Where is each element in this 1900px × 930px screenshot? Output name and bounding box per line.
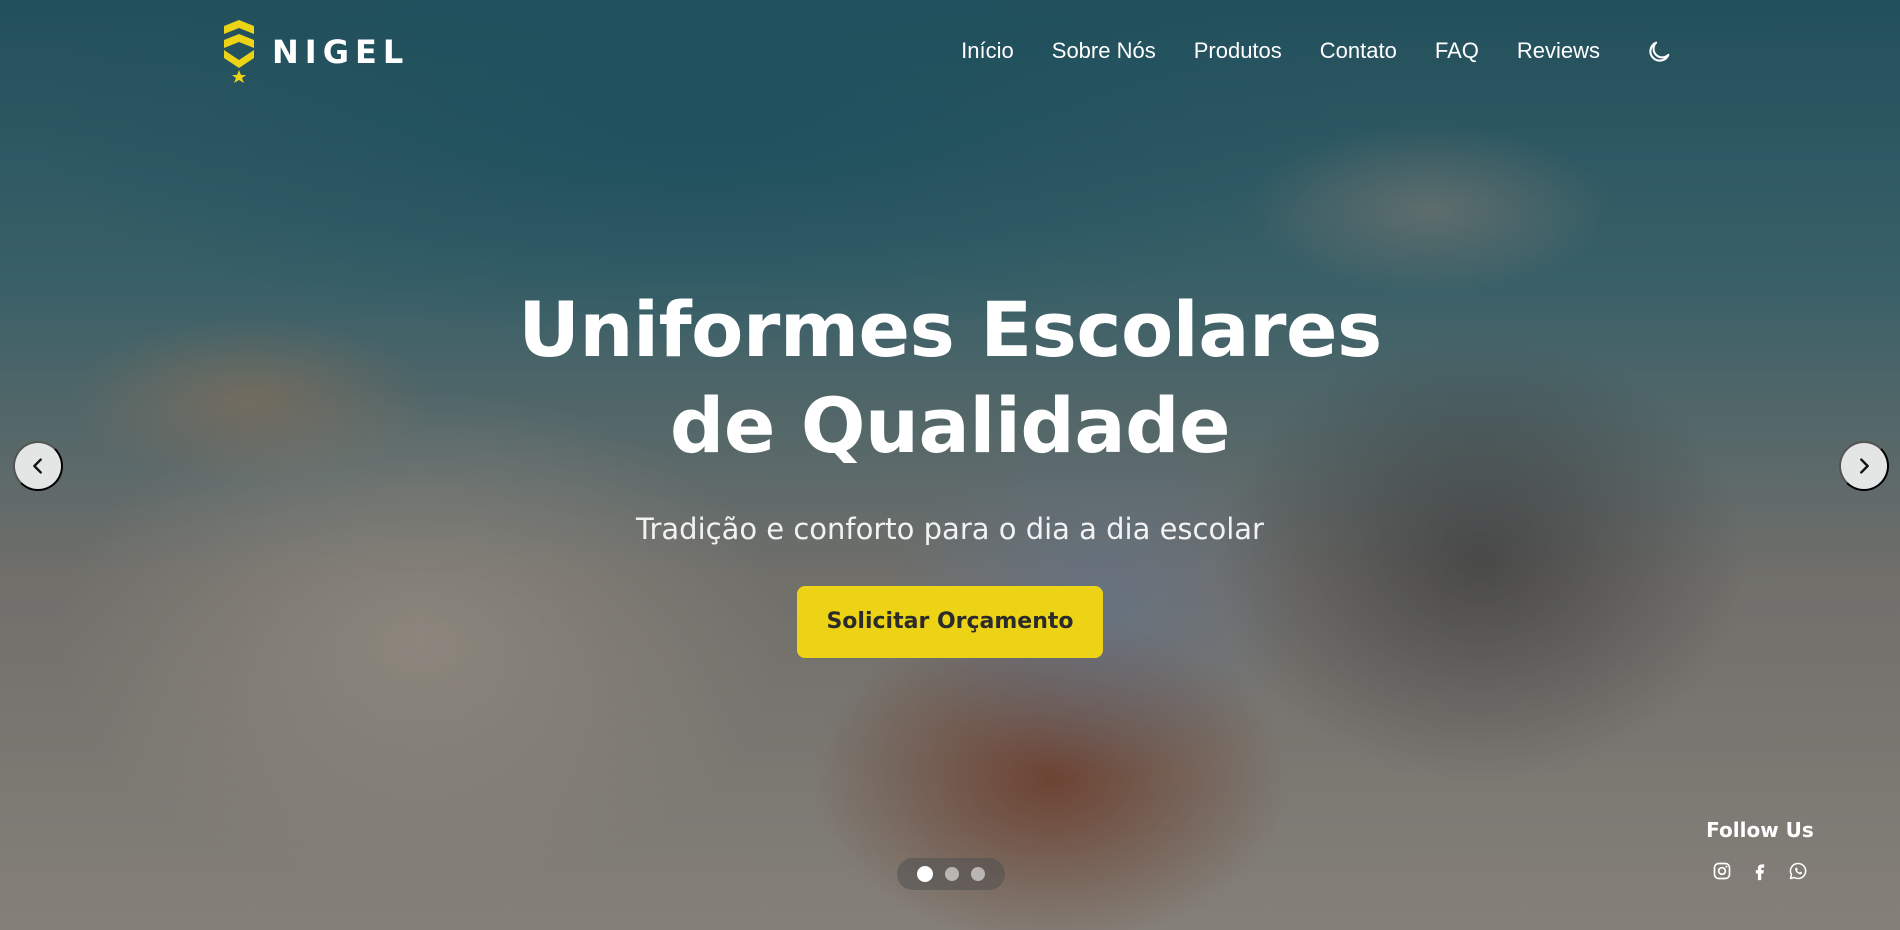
navbar: NIGEL Início Sobre Nós Produtos Contato … xyxy=(0,0,1900,104)
whatsapp-icon xyxy=(1789,862,1807,880)
facebook-link[interactable] xyxy=(1749,860,1771,882)
request-quote-button[interactable]: Solicitar Orçamento xyxy=(797,586,1103,658)
whatsapp-link[interactable] xyxy=(1787,860,1809,882)
main-nav: Início Sobre Nós Produtos Contato FAQ Re… xyxy=(923,38,1600,64)
carousel-dot-2[interactable] xyxy=(945,867,959,881)
brand-name: NIGEL xyxy=(272,33,410,71)
hero-content: Uniformes Escolares de Qualidade Tradiçã… xyxy=(0,282,1900,658)
nav-item-sobre-nos[interactable]: Sobre Nós xyxy=(1052,38,1156,64)
follow-us-section: Follow Us xyxy=(1700,818,1820,882)
social-links xyxy=(1700,860,1820,882)
facebook-icon xyxy=(1755,864,1765,881)
nav-item-faq[interactable]: FAQ xyxy=(1435,38,1479,64)
hero-title: Uniformes Escolares de Qualidade xyxy=(0,282,1900,474)
nav-item-contato[interactable]: Contato xyxy=(1320,38,1397,64)
moon-icon xyxy=(1649,41,1670,62)
nav-item-produtos[interactable]: Produtos xyxy=(1194,38,1282,64)
carousel-dot-3[interactable] xyxy=(971,867,985,881)
logo-mark-icon xyxy=(224,20,254,83)
follow-us-title: Follow Us xyxy=(1706,818,1814,842)
instagram-link[interactable] xyxy=(1711,860,1733,882)
hero-section: NIGEL Início Sobre Nós Produtos Contato … xyxy=(0,0,1900,930)
theme-toggle-button[interactable] xyxy=(1645,38,1673,66)
logo[interactable]: NIGEL xyxy=(220,20,409,84)
nav-item-inicio[interactable]: Início xyxy=(961,38,1014,64)
carousel-dot-1[interactable] xyxy=(917,866,933,882)
nav-item-reviews[interactable]: Reviews xyxy=(1517,38,1600,64)
carousel-indicators xyxy=(897,858,1005,890)
instagram-icon xyxy=(1713,862,1731,880)
hero-subtitle: Tradição e conforto para o dia a dia esc… xyxy=(636,512,1264,546)
hero-title-line-2: de Qualidade xyxy=(669,381,1231,470)
hero-title-line-1: Uniformes Escolares xyxy=(518,285,1382,374)
